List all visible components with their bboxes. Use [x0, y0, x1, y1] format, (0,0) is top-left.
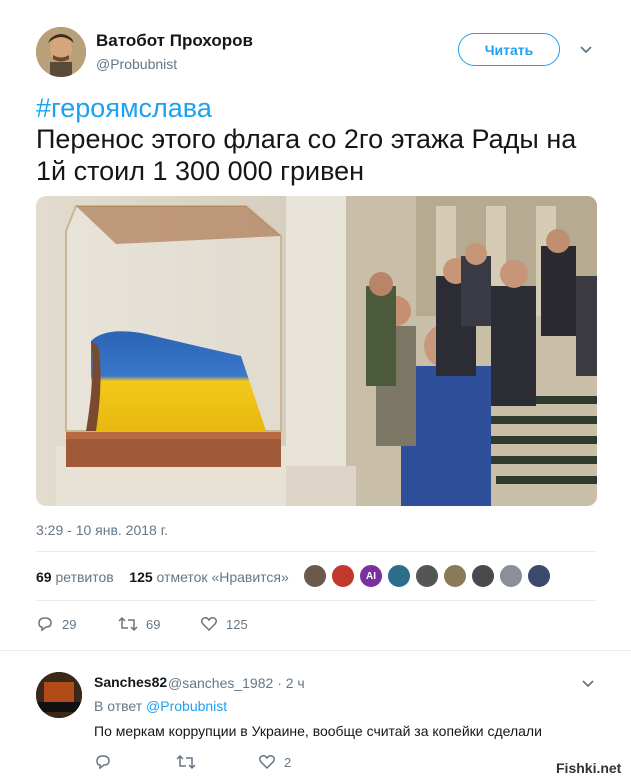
retweet-button[interactable] — [176, 753, 258, 771]
liker-avatar[interactable] — [527, 564, 551, 588]
reply-count: 29 — [62, 616, 77, 632]
liker-avatars: AI — [303, 564, 551, 588]
author-handle[interactable]: @Probubnist — [96, 56, 177, 72]
chevron-down-icon[interactable] — [578, 42, 594, 58]
retweet-icon — [118, 616, 138, 632]
divider — [0, 650, 631, 651]
retweets-label[interactable]: ретвитов — [55, 569, 113, 585]
retweet-icon — [176, 754, 196, 770]
reply-text: По меркам коррупции в Украине, вообще сч… — [94, 723, 542, 739]
tweet-timestamp[interactable]: 3:29 - 10 янв. 2018 г. — [36, 522, 168, 538]
like-button[interactable]: 2 — [258, 753, 291, 771]
tweet-photo[interactable] — [36, 196, 597, 506]
heart-icon — [258, 755, 276, 770]
watermark: Fishki.net — [552, 760, 626, 776]
divider — [36, 600, 596, 601]
reply-author-handle-and-time[interactable]: @sanches_1982 · 2 ч — [168, 675, 305, 691]
retweet-button[interactable]: 69 — [118, 615, 200, 633]
reply-icon — [38, 617, 52, 632]
reply-author-avatar[interactable] — [36, 672, 82, 718]
liker-avatar[interactable] — [499, 564, 523, 588]
reply-icon — [96, 755, 110, 770]
liker-avatar[interactable] — [331, 564, 355, 588]
reply-button[interactable] — [94, 753, 176, 771]
divider — [36, 551, 596, 552]
chevron-down-icon[interactable] — [580, 676, 596, 697]
liker-avatar[interactable] — [415, 564, 439, 588]
author-name[interactable]: Ватобот Прохоров — [96, 31, 253, 51]
reply-author-handle[interactable]: @sanches_1982 — [168, 675, 273, 691]
retweet-count: 69 — [146, 616, 161, 632]
likes-label[interactable]: отметок «Нравится» — [157, 569, 289, 585]
liker-avatar[interactable]: AI — [359, 564, 383, 588]
hashtag-link[interactable]: #героямслава — [36, 93, 212, 124]
retweets-count[interactable]: 69 — [36, 569, 52, 585]
in-reply-prefix: В ответ — [94, 698, 143, 714]
liker-avatar[interactable] — [471, 564, 495, 588]
tweet-stats: 69 ретвитов 125 отметок «Нравится» — [36, 569, 289, 585]
tweet-text: Перенос этого флага со 2го этажа Рады на… — [36, 124, 577, 186]
liker-avatar[interactable] — [303, 564, 327, 588]
heart-icon — [200, 617, 218, 632]
in-reply-to: В ответ @Probubnist — [94, 698, 227, 714]
follow-button[interactable]: Читать — [458, 33, 560, 66]
reply-actions: 2 — [94, 753, 291, 771]
author-avatar[interactable] — [36, 27, 86, 77]
reply-author-name[interactable]: Sanches82 — [94, 674, 167, 690]
reply-button[interactable]: 29 — [36, 615, 118, 633]
liker-avatar[interactable] — [443, 564, 467, 588]
tweet-actions: 29 69 125 — [36, 614, 248, 634]
likes-count[interactable]: 125 — [129, 569, 152, 585]
reply-like-count: 2 — [284, 754, 292, 770]
like-count: 125 — [226, 616, 248, 632]
like-button[interactable]: 125 — [200, 615, 248, 633]
liker-avatar[interactable] — [387, 564, 411, 588]
in-reply-handle[interactable]: @Probubnist — [146, 698, 227, 714]
reply-time[interactable]: · 2 ч — [277, 675, 305, 691]
